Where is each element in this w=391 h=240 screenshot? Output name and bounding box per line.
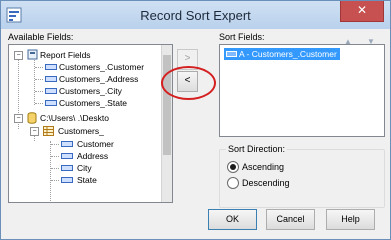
tree-connector [51, 180, 59, 181]
tree-connector [51, 168, 59, 169]
tree-node-field[interactable]: Customers_.Address [9, 73, 159, 85]
tree-node-table[interactable]: − Customers_ [9, 125, 159, 137]
tree-connector [35, 67, 43, 68]
tree-node-field[interactable]: State [9, 174, 159, 186]
cancel-button[interactable]: Cancel [266, 209, 315, 230]
tree-node-label: City [77, 163, 92, 173]
sort-direction-label: Sort Direction: [226, 144, 288, 154]
sort-field-item[interactable]: A - Customers_.Customer [224, 48, 340, 60]
tree-connector [51, 144, 59, 145]
tree-node-field[interactable]: Address [9, 150, 159, 162]
database-icon [27, 112, 37, 124]
field-icon [45, 76, 57, 82]
ascending-radio[interactable] [227, 161, 239, 173]
tree-node-field[interactable]: Customers_.City [9, 85, 159, 97]
tree-node-field[interactable]: Customers_.State [9, 97, 159, 109]
record-sort-expert-dialog: Record Sort Expert ✕ Available Fields: −… [0, 0, 391, 240]
table-icon [43, 126, 54, 136]
field-icon [61, 177, 73, 183]
field-icon [226, 51, 237, 57]
tree-node-field[interactable]: Customers_.Customer [9, 61, 159, 73]
highlight-annotation [161, 66, 216, 100]
field-icon [61, 153, 73, 159]
tree-node-database[interactable]: − C:\Users\ .\Deskto [9, 112, 159, 124]
help-button[interactable]: Help [326, 209, 375, 230]
tree-connector [35, 79, 43, 80]
sort-direction-group: Sort Direction: Ascending Descending [219, 144, 385, 208]
tree-node-label: Customer [77, 139, 114, 149]
descending-label: Descending [242, 178, 290, 188]
report-fields-icon [27, 49, 38, 60]
tree-scrollbar[interactable] [161, 45, 172, 202]
field-icon [45, 100, 57, 106]
tree-node-label: Report Fields [40, 50, 91, 60]
available-fields-tree[interactable]: − Report Fields Customers_.Customer Cust… [8, 44, 173, 203]
sort-fields-label: Sort Fields: [219, 32, 265, 42]
collapse-icon[interactable]: − [30, 127, 39, 136]
field-icon [45, 64, 57, 70]
field-icon [61, 141, 73, 147]
tree-node-label: Customers_.City [59, 86, 122, 96]
tree-node-label: State [77, 175, 97, 185]
dialog-content: Available Fields: − Report Fields Custom [1, 29, 390, 239]
close-button[interactable]: ✕ [340, 1, 384, 22]
available-fields-label: Available Fields: [8, 32, 74, 42]
ok-button[interactable]: OK [208, 209, 257, 230]
tree-connector [35, 103, 43, 104]
tree-node-label: C:\Users\ .\Deskto [40, 113, 109, 123]
collapse-icon[interactable]: − [14, 114, 23, 123]
close-icon: ✕ [356, 3, 368, 17]
tree-node-label: Customers_ [58, 126, 104, 136]
tree-node-field[interactable]: City [9, 162, 159, 174]
descending-radio[interactable] [227, 177, 239, 189]
tree-connector [35, 91, 43, 92]
tree-node-label: Address [77, 151, 109, 161]
ascending-label: Ascending [242, 162, 285, 172]
window-title: Record Sort Expert [140, 8, 251, 23]
collapse-icon[interactable]: − [14, 51, 23, 60]
tree-node-field[interactable]: Customer [9, 138, 159, 150]
sort-field-label: A - Customers_.Customer [239, 49, 337, 59]
tree-node-label: Customers_.Address [59, 74, 139, 84]
tree-connector [51, 156, 59, 157]
field-icon [45, 88, 57, 94]
tree-node-label: Customers_.State [59, 98, 128, 108]
sort-fields-list[interactable]: A - Customers_.Customer [219, 44, 385, 137]
tree-node-report-fields[interactable]: − Report Fields [9, 49, 159, 61]
field-icon [61, 165, 73, 171]
tree-node-label: Customers_.Customer [59, 62, 145, 72]
title-bar[interactable]: Record Sort Expert ✕ [1, 1, 390, 29]
